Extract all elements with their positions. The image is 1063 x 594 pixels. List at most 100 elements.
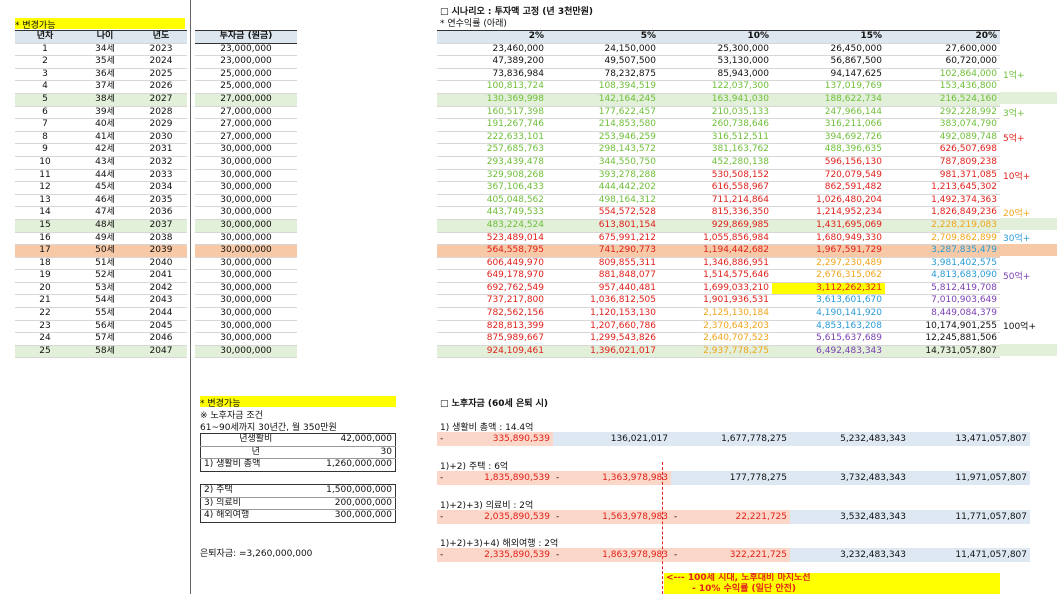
invest-row: 23,000,000 [195, 43, 297, 57]
year-no-cell: 19 [15, 269, 75, 283]
return-cell: 1,207,660,786 [547, 320, 659, 334]
return-cell: 1,492,374,363 [885, 194, 1000, 208]
retire-value: 3,732,483,343 [840, 473, 906, 483]
return-cell: 741,290,773 [547, 244, 659, 258]
return-cell: 298,143,572 [547, 143, 659, 157]
return-cell: 2,297,230,489 [772, 257, 885, 271]
milestone-mark: 5억+ [1003, 133, 1025, 144]
year-no-cell: 17 [15, 244, 75, 258]
return-cell: 616,558,967 [659, 181, 772, 195]
age-cell: 56세 [75, 320, 135, 334]
return-cell: 25,300,000 [659, 43, 772, 57]
negative-sign: - [440, 434, 444, 444]
returns-row: 293,439,478 344,550,750 452,280,138 596,156… [437, 156, 1000, 170]
age-cell: 49세 [75, 232, 135, 246]
return-cell: 1,396,021,017 [547, 345, 659, 359]
return-cell: 14,731,057,807 [885, 345, 1000, 359]
return-cell: 12,245,881,506 [885, 332, 1000, 346]
age-cell: 38세 [75, 93, 135, 107]
header-year: 년도 [135, 30, 187, 44]
negative-sign: - [440, 550, 444, 560]
return-cell: 606,449,970 [437, 257, 547, 271]
year-no-cell: 10 [15, 156, 75, 170]
invest-row: 30,000,000 [195, 194, 297, 208]
year-no-cell: 5 [15, 93, 75, 107]
return-cell: 94,147,625 [772, 68, 885, 82]
return-cell: 875,989,667 [437, 332, 547, 346]
return-cell: 160,517,398 [437, 106, 547, 120]
return-cell: 316,211,066 [772, 118, 885, 132]
year-row: 13 46세 2035 [15, 194, 187, 208]
year-row: 24 57세 2046 [15, 332, 187, 346]
year-row: 2 35세 2024 [15, 55, 187, 69]
invest-row: 30,000,000 [195, 156, 297, 170]
year-cell: 2045 [135, 320, 187, 334]
year-row: 17 50세 2039 [15, 244, 187, 258]
year-no-cell: 25 [15, 345, 75, 359]
return-cell: 1,036,812,505 [547, 294, 659, 309]
age-cell: 43세 [75, 156, 135, 170]
invest-cell: 30,000,000 [195, 206, 297, 220]
return-cell: 1,026,480,204 [772, 194, 885, 208]
year-cell: 2026 [135, 80, 187, 94]
retire-cell: - 2,335,890,539 [437, 548, 553, 562]
negative-sign: - [674, 512, 678, 522]
year-cell: 2043 [135, 294, 187, 309]
return-cell: 815,336,350 [659, 206, 772, 220]
return-cell: 130,369,998 [437, 93, 547, 107]
returns-row: 828,813,399 1,207,660,786 2,370,643,203 4,8… [437, 320, 1000, 334]
year-no-cell: 6 [15, 106, 75, 120]
retire-value: 1,863,978,983 [602, 550, 668, 560]
age-cell: 39세 [75, 106, 135, 120]
invest-row: 30,000,000 [195, 332, 297, 346]
return-cell: 163,941,030 [659, 93, 772, 107]
year-no-cell: 16 [15, 232, 75, 246]
returns-row: 130,369,998 142,164,245 163,941,030 188,622… [437, 93, 1000, 107]
year-cell: 2047 [135, 345, 187, 359]
living-cost-value: 42,000,000 [310, 433, 396, 447]
retire-value: 11,471,057,807 [955, 550, 1027, 560]
retire-cell: - 335,890,539 [437, 432, 553, 446]
return-cell: 492,089,748 [885, 131, 1000, 145]
return-cell: 5,615,637,689 [772, 332, 885, 346]
age-cell: 44세 [75, 169, 135, 183]
row-band-extension [1000, 344, 1057, 357]
return-cell: 137,019,769 [772, 80, 885, 94]
year-no-cell: 23 [15, 320, 75, 334]
header-year-no: 년차 [15, 30, 75, 44]
invest-row: 30,000,000 [195, 169, 297, 183]
year-cell: 2040 [135, 257, 187, 271]
year-row: 8 41세 2030 [15, 131, 187, 145]
milestone-mark: 10억+ [1003, 171, 1031, 182]
invest-row: 30,000,000 [195, 219, 297, 233]
retire-value: 335,890,539 [492, 434, 550, 444]
return-cell: 862,591,482 [772, 181, 885, 195]
housing-value: 1,500,000,000 [310, 484, 396, 498]
year-cell: 2023 [135, 43, 187, 57]
column-divider [190, 0, 191, 594]
return-cell: 153,436,800 [885, 80, 1000, 94]
invest-row: 30,000,000 [195, 181, 297, 195]
return-cell: 260,738,646 [659, 118, 772, 132]
year-row: 11 44세 2033 [15, 169, 187, 183]
return-cell: 1,194,442,682 [659, 244, 772, 258]
retire-value: 22,221,725 [735, 512, 787, 522]
return-cell: 649,178,970 [437, 269, 547, 283]
years-value: 30 [310, 446, 396, 460]
year-table: 년차 나이 년도 1 34세 2023 2 35세 2024 3 36세 2025 4 37세 202… [15, 30, 187, 359]
return-cell: 383,074,790 [885, 118, 1000, 132]
year-cell: 2030 [135, 131, 187, 145]
return-cell: 247,966,144 [772, 106, 885, 120]
return-cell: 142,164,245 [547, 93, 659, 107]
age-cell: 46세 [75, 194, 135, 208]
year-row: 7 40세 2029 [15, 118, 187, 132]
living-cost-label: 년생활비 [200, 433, 311, 447]
invest-row: 30,000,000 [195, 244, 297, 258]
returns-row: 564,558,795 741,290,773 1,194,442,682 1,967… [437, 244, 1000, 258]
rate-20: 20% [885, 30, 1000, 44]
return-cell: 216,524,160 [885, 93, 1000, 107]
return-cell: 102,864,000 [885, 68, 1000, 82]
year-no-cell: 3 [15, 68, 75, 82]
retire-cell: 3,732,483,343 [790, 471, 909, 485]
return-cell: 381,163,762 [659, 143, 772, 157]
